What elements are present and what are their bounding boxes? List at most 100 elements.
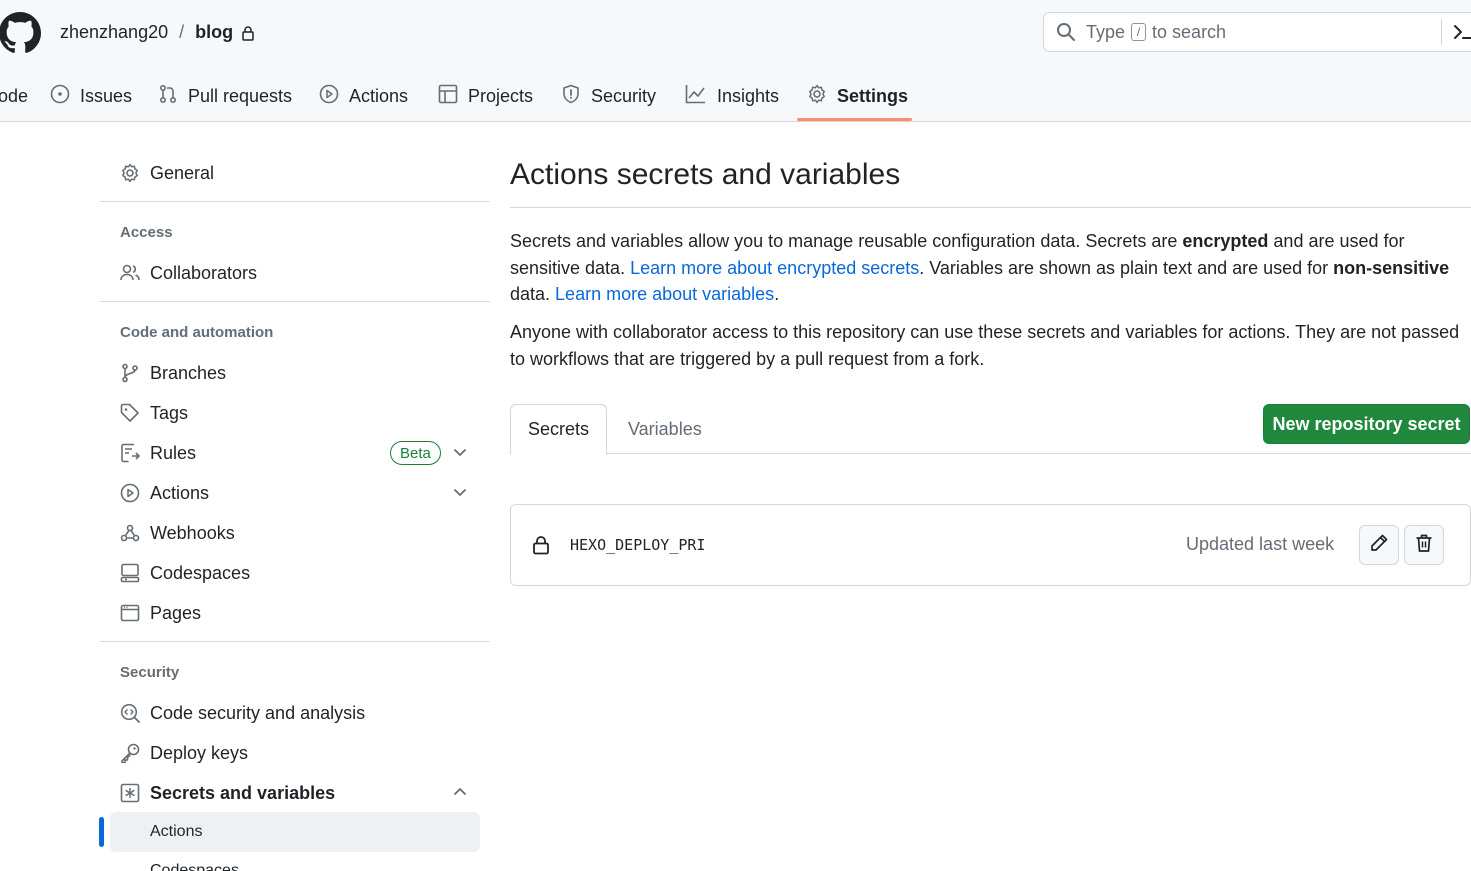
sidebar-section-security: Security bbox=[120, 664, 180, 681]
page-title: Actions secrets and variables bbox=[510, 158, 901, 191]
sidebar-item-general[interactable]: General bbox=[120, 158, 214, 188]
tab-issues-label: Issues bbox=[80, 86, 133, 106]
chevron-down-icon[interactable] bbox=[450, 482, 470, 502]
search-suffix: to search bbox=[1152, 21, 1227, 42]
lock-icon bbox=[241, 25, 255, 41]
tab-settings[interactable]: Settings bbox=[807, 72, 908, 121]
github-logo-icon[interactable] bbox=[0, 12, 41, 54]
repo-link[interactable]: blog bbox=[195, 22, 233, 43]
branch-icon bbox=[120, 363, 140, 383]
play-icon bbox=[120, 483, 140, 503]
active-indicator bbox=[99, 817, 104, 847]
sidebar-item-label: Pages bbox=[150, 602, 202, 623]
search-shortcut-key: / bbox=[1131, 23, 1147, 41]
intro-text-5: . bbox=[774, 284, 780, 304]
gear-icon bbox=[120, 163, 140, 183]
chevron-up-icon[interactable] bbox=[450, 782, 470, 802]
sidebar-item-codespaces[interactable]: Codespaces bbox=[120, 558, 250, 588]
sidebar-section-code-automation: Code and automation bbox=[120, 324, 274, 341]
webhook-icon bbox=[120, 523, 140, 543]
issue-icon bbox=[50, 84, 70, 109]
sidebar-subitem-actions[interactable]: Actions bbox=[150, 823, 202, 841]
intro-text-1: Secrets and variables allow you to manag… bbox=[510, 231, 1183, 251]
sidebar-item-actions[interactable]: Actions bbox=[120, 478, 209, 508]
sidebar-item-collaborators[interactable]: Collaborators bbox=[120, 258, 257, 288]
access-paragraph: Anyone with collaborator access to this … bbox=[510, 322, 1460, 369]
title-divider bbox=[510, 207, 1471, 208]
tab-settings-label: Settings bbox=[837, 86, 909, 106]
sidebar-item-label: Deploy keys bbox=[150, 742, 249, 763]
sidebar-item-tags[interactable]: Tags bbox=[120, 398, 188, 428]
edit-secret-button[interactable] bbox=[1359, 525, 1399, 565]
pull-request-icon bbox=[158, 84, 178, 109]
secret-name: HEXO_DEPLOY_PRI bbox=[570, 536, 706, 554]
pencil-icon bbox=[1369, 533, 1389, 558]
search-divider bbox=[1441, 19, 1442, 45]
tab-security-label: Security bbox=[591, 86, 657, 106]
tab-secrets[interactable]: Secrets bbox=[510, 404, 607, 455]
lock-icon bbox=[531, 535, 551, 555]
beta-badge: Beta bbox=[390, 441, 441, 465]
learn-more-variables-link[interactable]: Learn more about variables bbox=[555, 284, 774, 304]
gear-icon bbox=[807, 84, 827, 109]
sidebar-item-secrets-variables[interactable]: Secrets and variables bbox=[120, 778, 335, 808]
tab-insights-label: Insights bbox=[717, 86, 780, 106]
owner-link[interactable]: zhenzhang20 bbox=[60, 22, 168, 43]
tab-issues[interactable]: Issues bbox=[50, 72, 132, 121]
sidebar-divider bbox=[100, 301, 490, 302]
search-prefix: Type bbox=[1086, 21, 1126, 42]
tabs-divider bbox=[510, 453, 1471, 454]
sidebar-item-webhooks[interactable]: Webhooks bbox=[120, 518, 235, 548]
delete-secret-button[interactable] bbox=[1404, 525, 1444, 565]
sidebar-item-code-security[interactable]: Code security and analysis bbox=[120, 698, 365, 728]
intro-text-3: . Variables are shown as plain text and … bbox=[919, 257, 1334, 278]
sidebar-subitem-codespaces[interactable]: Codespaces bbox=[150, 862, 239, 871]
tab-actions[interactable]: Actions bbox=[319, 72, 408, 121]
tab-projects-label: Projects bbox=[468, 86, 534, 106]
sidebar-item-rules[interactable]: Rules bbox=[120, 438, 196, 468]
table-icon bbox=[438, 84, 458, 109]
tab-variables[interactable]: Variables bbox=[628, 404, 702, 454]
sidebar-item-label: Webhooks bbox=[150, 522, 235, 543]
tab-code[interactable]: ode bbox=[0, 72, 28, 121]
tab-projects[interactable]: Projects bbox=[438, 72, 533, 121]
search-input[interactable]: Type / to search bbox=[1043, 12, 1471, 52]
learn-more-secrets-link[interactable]: Learn more about encrypted secrets bbox=[630, 258, 919, 278]
tab-pull-requests[interactable]: Pull requests bbox=[158, 72, 292, 121]
sidebar-item-label: Code security and analysis bbox=[150, 702, 366, 723]
sidebar-item-deploy-keys[interactable]: Deploy keys bbox=[120, 738, 248, 768]
intro-bold-non-sensitive: non-sensitive bbox=[1333, 257, 1450, 278]
browser-icon bbox=[120, 603, 140, 623]
sidebar-item-label: Secrets and variables bbox=[150, 782, 336, 803]
sidebar-divider bbox=[100, 201, 490, 202]
rules-icon bbox=[120, 443, 140, 463]
search-icon bbox=[1056, 22, 1076, 42]
tab-code-label: ode bbox=[0, 86, 29, 106]
sidebar-item-label: Rules bbox=[150, 442, 197, 463]
sidebar-item-pages[interactable]: Pages bbox=[120, 598, 201, 628]
sidebar-item-label: Tags bbox=[150, 402, 189, 423]
play-icon bbox=[319, 84, 339, 109]
new-repository-secret-button[interactable]: New repository secret bbox=[1263, 404, 1470, 444]
tab-actions-label: Actions bbox=[349, 86, 409, 106]
chevron-down-icon[interactable] bbox=[450, 442, 470, 462]
breadcrumb-separator: / bbox=[179, 22, 185, 42]
breadcrumb: zhenzhang20 / blog bbox=[60, 22, 255, 43]
sidebar-item-branches[interactable]: Branches bbox=[120, 358, 226, 388]
sidebar-divider bbox=[100, 641, 490, 642]
people-icon bbox=[120, 263, 140, 283]
intro-paragraph: Secrets and variables allow you to manag… bbox=[510, 228, 1468, 308]
trash-icon bbox=[1414, 533, 1434, 558]
sidebar-item-label: Collaborators bbox=[150, 262, 258, 283]
sidebar-item-label: Actions bbox=[150, 482, 210, 503]
search-placeholder: Type / to search bbox=[1086, 22, 1226, 43]
command-palette-icon[interactable] bbox=[1452, 22, 1471, 42]
key-icon bbox=[120, 743, 140, 763]
selected-tab-indicator bbox=[797, 118, 912, 121]
codescan-icon bbox=[120, 703, 140, 723]
asterisk-square-icon bbox=[120, 783, 140, 803]
intro-bold-encrypted: encrypted bbox=[1182, 231, 1269, 251]
tab-security[interactable]: Security bbox=[561, 72, 656, 121]
tab-insights[interactable]: Insights bbox=[685, 72, 779, 121]
tab-pull-requests-label: Pull requests bbox=[188, 86, 293, 106]
